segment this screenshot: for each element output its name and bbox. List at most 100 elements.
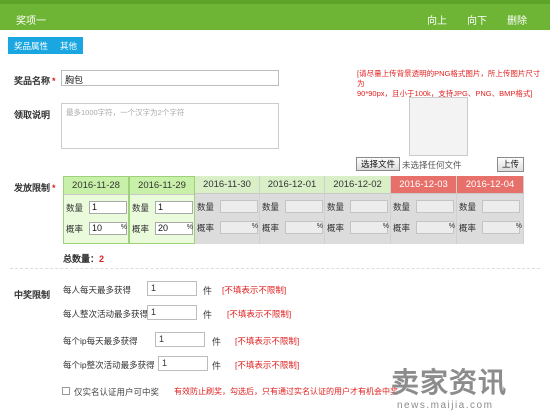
percent-sign: % — [515, 223, 522, 230]
total-quantity: 总数量：2 — [63, 252, 104, 265]
date-cell-body: 数量概率% — [260, 194, 324, 244]
prize-title: 奖项一 — [16, 16, 46, 27]
issue-limit-label: 发放限制 * — [14, 181, 56, 194]
rate-label: 概率 — [459, 223, 477, 233]
tab-other[interactable]: 其他 — [54, 40, 83, 52]
claim-desc-label: 领取说明 — [14, 110, 51, 120]
date-limit-grid: 2016-11-28 数量 1 概率 10% 2016-11-29 数量 1 概率 20% 2016… — [63, 176, 524, 244]
qty-label: 数量 — [66, 203, 84, 213]
date-cell-body: 数量概率% — [195, 194, 259, 244]
qty-label: 数量 — [459, 202, 477, 212]
qty-input[interactable] — [285, 200, 323, 213]
daily-per-user-note: [不填表示不限制] — [222, 285, 287, 295]
total-per-user-label: 每人整次活动最多获得 — [63, 309, 149, 319]
qty-input[interactable] — [220, 200, 258, 213]
tab-prize-attributes[interactable]: 奖品属性 — [8, 40, 54, 52]
delete-button[interactable]: 删除 — [507, 12, 527, 27]
realname-note: 有效防止刷奖，勾选后，只有通过实名认证的用户才有机会中奖 — [174, 387, 398, 396]
qty-input[interactable]: 1 — [155, 201, 193, 214]
rate-label: 概率 — [262, 223, 280, 233]
rate-label: 概率 — [327, 223, 345, 233]
qty-label: 数量 — [262, 202, 280, 212]
date-cell-body: 数量概率% — [391, 194, 456, 244]
choose-file-button[interactable]: 选择文件 — [356, 157, 400, 171]
required-mark: * — [52, 183, 56, 193]
total-value: 2 — [99, 254, 105, 264]
realname-label: 仅实名认证用户可中奖 — [74, 387, 160, 397]
date-cell-body: 数量概率% — [325, 194, 390, 244]
watermark-url: news.maijia.com — [397, 400, 494, 411]
total-per-user-input[interactable]: 1 — [147, 305, 197, 320]
daily-per-user-label: 每人每天最多获得 — [63, 285, 132, 295]
total-per-ip-input[interactable]: 1 — [158, 356, 208, 371]
issue-limit-label-text: 发放限制 — [14, 183, 51, 193]
date-header[interactable]: 2016-12-04 — [457, 176, 523, 194]
date-column: 2016-11-29 数量 1 概率 20% — [129, 176, 195, 244]
rate-input[interactable] — [482, 221, 520, 234]
total-per-ip-note: [不填表示不限制] — [235, 360, 300, 370]
upload-tip: [请尽量上传背景透明的PNG格式图片，所上传图片尺寸为 90*90px，且小于1… — [357, 69, 542, 99]
unit-label: 件 — [203, 310, 213, 320]
qty-input[interactable]: 1 — [89, 201, 127, 214]
total-per-ip-label: 每个ip整次活动最多获得 — [63, 360, 155, 370]
percent-sign: % — [382, 223, 389, 230]
date-header[interactable]: 2016-12-03 — [391, 176, 456, 194]
qty-label: 数量 — [327, 202, 345, 212]
move-up-button[interactable]: 向上 — [427, 12, 447, 27]
daily-per-ip-input[interactable]: 1 — [155, 332, 205, 347]
date-cell-body: 数量概率% — [457, 194, 523, 244]
watermark: 卖家资讯 news.maijia.com — [391, 361, 550, 414]
prize-name-label-text: 奖品名称 — [14, 76, 51, 86]
date-cell-body: 数量 1 概率 10% — [64, 195, 128, 245]
daily-per-user-input[interactable]: 1 — [147, 281, 197, 296]
percent-sign: % — [448, 223, 455, 230]
qty-input[interactable] — [350, 200, 388, 213]
file-status: 未选择任何文件 — [402, 160, 462, 170]
date-column: 2016-11-28 数量 1 概率 10% — [63, 176, 129, 244]
unit-label: 件 — [212, 337, 222, 347]
image-preview — [409, 97, 468, 156]
prize-name-input[interactable]: 胸包 — [61, 70, 279, 86]
date-column: 2016-12-02 数量 概率% — [325, 176, 391, 244]
daily-per-ip-note: [不填表示不限制] — [235, 336, 300, 346]
required-mark: * — [52, 76, 56, 86]
date-column: 2016-12-01 数量 概率% — [260, 176, 325, 244]
prize-name-label: 奖品名称 * — [14, 74, 56, 87]
total-per-user-note: [不填表示不限制] — [227, 309, 292, 319]
claim-desc-textarea[interactable]: 最多1000字符，一个汉字为2个字符 — [61, 103, 279, 149]
percent-sign: % — [251, 223, 258, 230]
rate-label: 概率 — [66, 224, 84, 234]
qty-input[interactable] — [416, 200, 454, 213]
date-header[interactable]: 2016-11-29 — [130, 177, 194, 195]
qty-label: 数量 — [393, 202, 411, 212]
rate-label: 概率 — [393, 223, 411, 233]
date-header[interactable]: 2016-12-01 — [260, 176, 324, 194]
section-divider — [10, 268, 540, 269]
date-cell-body: 数量 1 概率 20% — [130, 195, 194, 245]
win-limit-label: 中奖限制 — [14, 290, 51, 300]
prize-editor: 奖项一 向上 向下 删除 奖品属性 其他 奖品名称 * 胸包 领取说明 最多100… — [0, 0, 550, 414]
rate-label: 概率 — [132, 224, 150, 234]
date-header[interactable]: 2016-12-02 — [325, 176, 390, 194]
date-column: 2016-12-04 数量 概率% — [457, 176, 524, 244]
percent-sign: % — [120, 224, 127, 231]
tab-bar: 奖品属性 其他 — [8, 37, 84, 54]
date-header[interactable]: 2016-11-28 — [64, 177, 128, 195]
rate-label: 概率 — [197, 223, 215, 233]
date-header[interactable]: 2016-11-30 — [195, 176, 259, 194]
percent-sign: % — [316, 223, 323, 230]
percent-sign: % — [186, 224, 193, 231]
realname-checkbox[interactable] — [62, 387, 70, 395]
qty-input[interactable] — [482, 200, 520, 213]
unit-label: 件 — [212, 361, 222, 371]
date-column: 2016-12-03 数量 概率% — [391, 176, 457, 244]
prize-header-bar: 奖项一 向上 向下 删除 — [0, 0, 550, 30]
total-label: 总数量： — [63, 254, 100, 264]
unit-label: 件 — [203, 286, 213, 296]
qty-label: 数量 — [197, 202, 215, 212]
qty-label: 数量 — [132, 203, 150, 213]
upload-button[interactable]: 上传 — [497, 157, 524, 172]
move-down-button[interactable]: 向下 — [467, 12, 487, 27]
date-column: 2016-11-30 数量 概率% — [195, 176, 260, 244]
upload-tip-line1: [请尽量上传背景透明的PNG格式图片，所上传图片尺寸为 — [357, 69, 541, 88]
